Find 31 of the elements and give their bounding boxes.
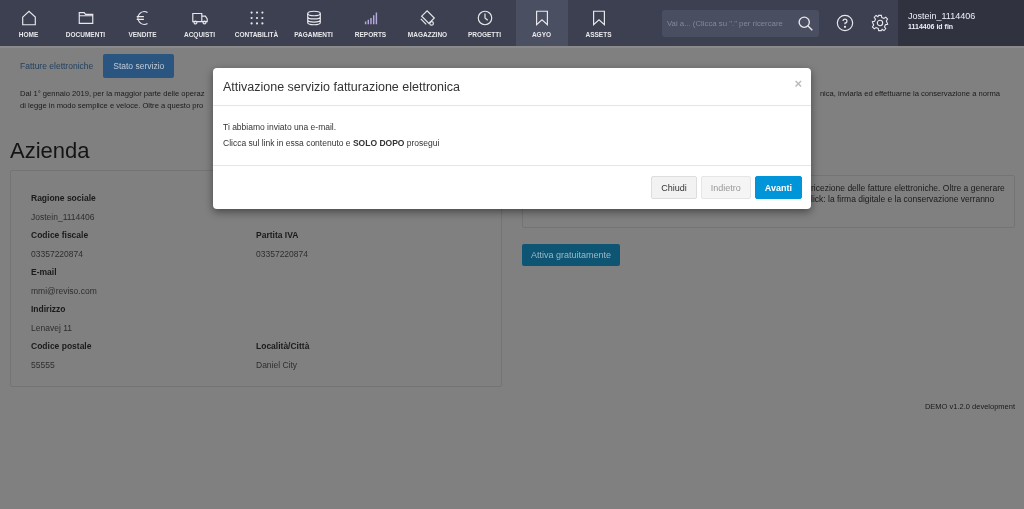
tag-icon (418, 8, 437, 27)
clock-icon (475, 8, 494, 27)
field-value: Lenavej 11 (31, 322, 73, 335)
field-label: Indirizzo (31, 303, 67, 316)
tab[interactable]: Stato servizio (103, 54, 175, 78)
field-value: Jostein_1114406 (31, 211, 96, 224)
field-label: E-mail (31, 266, 58, 279)
modal-text: Ti abbiamo inviato una e-mail. (223, 122, 338, 133)
dialog-button[interactable]: Chiudi (651, 176, 697, 199)
modal-text: Clicca sul link in essa contenuto e SOLO DOPO prosegui (223, 138, 441, 149)
field-value: 03357220874 (256, 248, 309, 261)
search-icon (797, 15, 814, 32)
home-icon (19, 8, 38, 27)
field-label: Codice postale (31, 340, 93, 353)
field-value: 55555 (31, 359, 56, 372)
user-name: Jostein_1114406 (908, 11, 977, 21)
field-label: Località/Città (256, 340, 311, 353)
help-icon[interactable] (836, 14, 854, 32)
modal-title: Attivazione servizio fatturazione elettronica (223, 79, 460, 94)
field-label: Ragione sociale (31, 192, 97, 205)
activate-button[interactable]: Attiva gratuitamente (522, 244, 621, 266)
settings-icon[interactable] (871, 14, 889, 32)
service-text: ricezione delle fatture elettroniche. Oltre a generare (811, 183, 1006, 194)
coins-icon (304, 8, 323, 27)
service-text: lick: la firma digitale e la conservazione verranno (811, 194, 996, 205)
field-label: Codice fiscale (31, 229, 90, 242)
field-value: mmi@reviso.com (31, 285, 98, 298)
field-value: 03357220874 (31, 248, 84, 261)
field-value: Daniel City (256, 359, 299, 372)
section-heading: Azienda (10, 137, 90, 165)
field-label: Partita IVA (256, 229, 300, 242)
